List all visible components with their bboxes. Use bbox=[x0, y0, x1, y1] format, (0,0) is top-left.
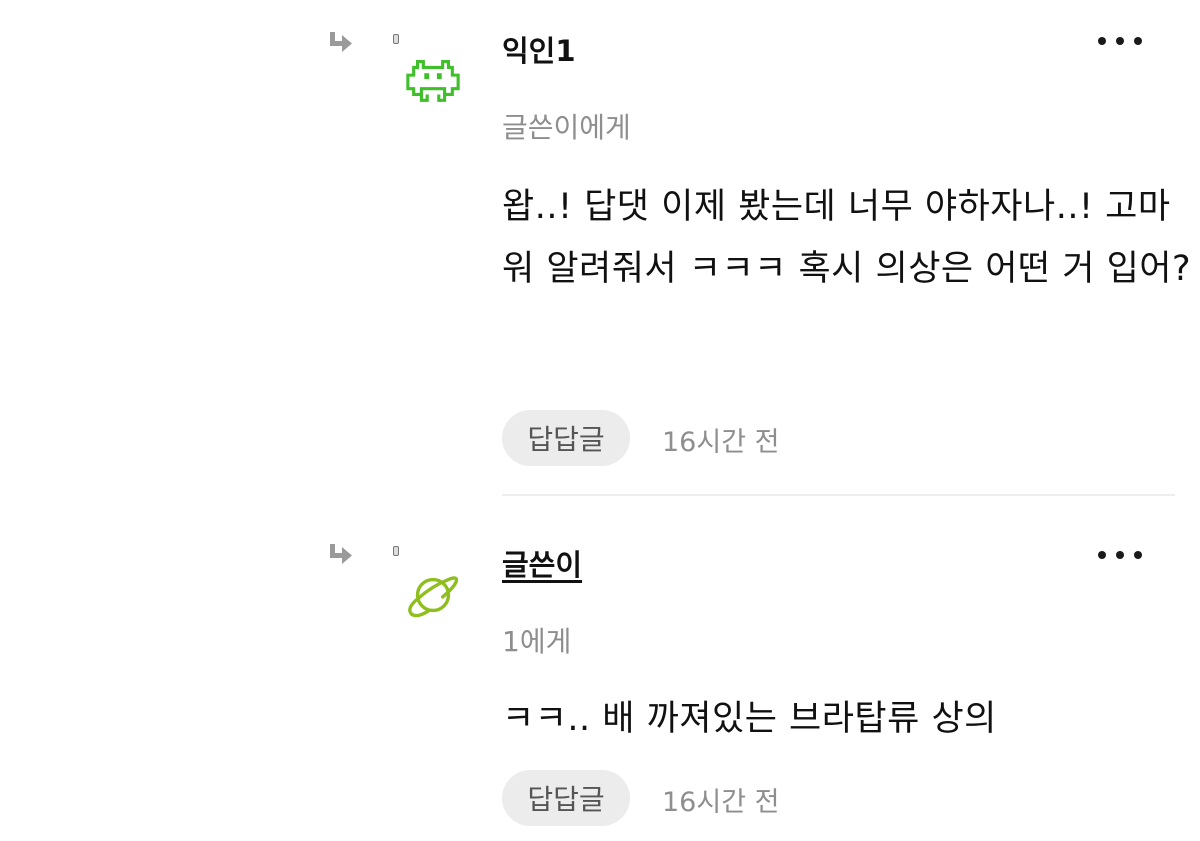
pixel-invader-icon[interactable] bbox=[404, 50, 462, 108]
reply-button[interactable]: 답답글 bbox=[502, 770, 630, 826]
reply-arrow-icon bbox=[330, 32, 352, 52]
comment-item: 글쓴이 1에게 ㅋㅋ.. 배 까져있는 브라탑류 상의 답답글 16시간 전 bbox=[0, 496, 1200, 841]
comment-timestamp: 16시간 전 bbox=[662, 787, 780, 818]
comment-author[interactable]: 익인1 bbox=[502, 28, 576, 70]
comment-recipient: 1에게 bbox=[502, 625, 572, 658]
dot-icon bbox=[1098, 37, 1106, 45]
comment-recipient: 글쓴이에게 bbox=[502, 111, 631, 144]
comment-body: 왑..! 답댓 이제 봤는데 너무 야하자나..! 고마워 알려줘서 ㅋㅋㅋ 혹… bbox=[502, 187, 1192, 289]
dot-icon bbox=[1116, 551, 1124, 559]
more-options-button[interactable] bbox=[1098, 547, 1142, 563]
level-marker-icon bbox=[393, 34, 399, 44]
reply-button[interactable]: 답답글 bbox=[502, 410, 630, 466]
level-marker-icon bbox=[393, 546, 399, 556]
dot-icon bbox=[1134, 551, 1142, 559]
dot-icon bbox=[1116, 37, 1124, 45]
reply-arrow-icon bbox=[330, 544, 352, 564]
comment-body: ㅋㅋ.. 배 까져있는 브라탑류 상의 bbox=[502, 699, 997, 739]
comment-timestamp: 16시간 전 bbox=[662, 427, 780, 458]
dot-icon bbox=[1098, 551, 1106, 559]
dot-icon bbox=[1134, 37, 1142, 45]
comment-item: 익인1 글쓴이에게 왑..! 답댓 이제 봤는데 너무 야하자나..! 고마워 … bbox=[0, 0, 1200, 495]
comment-author[interactable]: 글쓴이 bbox=[502, 542, 582, 584]
more-options-button[interactable] bbox=[1098, 33, 1142, 49]
planet-icon[interactable] bbox=[404, 566, 462, 624]
